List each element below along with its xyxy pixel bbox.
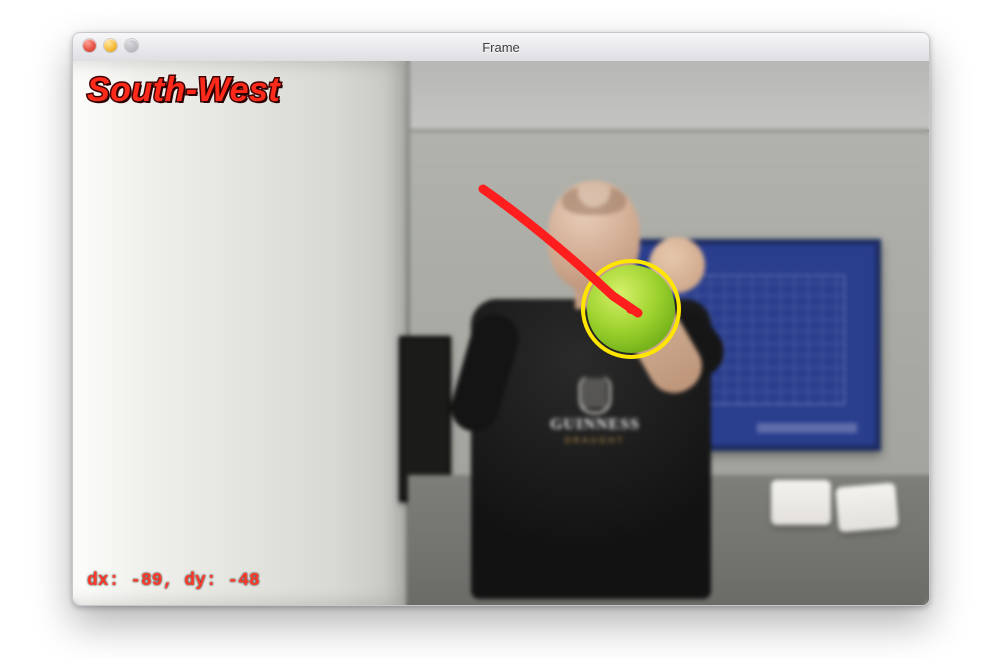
direction-label: South-West	[87, 71, 280, 110]
traffic-lights	[83, 39, 138, 52]
titlebar[interactable]: Frame	[73, 33, 929, 62]
zoom-icon[interactable]	[125, 39, 138, 52]
motion-trail	[73, 61, 929, 605]
video-frame: GUINNESS DRAUGHT South-West dx: -89, dy:…	[73, 61, 929, 605]
delta-readout: dx: -89, dy: -48	[87, 571, 260, 591]
minimize-icon[interactable]	[104, 39, 117, 52]
centroid-dot	[626, 304, 636, 314]
close-icon[interactable]	[83, 39, 96, 52]
app-window: Frame	[72, 32, 930, 606]
page: Frame	[0, 0, 1000, 658]
scene: GUINNESS DRAUGHT South-West dx: -89, dy:…	[73, 61, 929, 605]
window-title: Frame	[482, 40, 520, 55]
